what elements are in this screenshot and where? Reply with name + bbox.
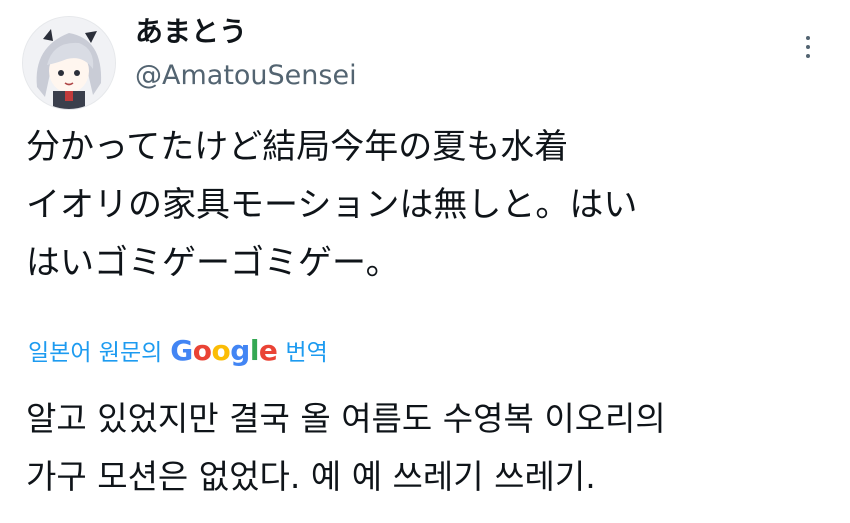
- translated-line: 알고 있었지만 결국 올 여름도 수영복 이오리의: [26, 399, 666, 438]
- translated-line: 가구 모션은 없었다. 예 예 쓰레기 쓰레기.: [26, 457, 596, 496]
- avatar[interactable]: [22, 16, 116, 110]
- google-letter: o: [211, 333, 231, 367]
- more-options-button[interactable]: [798, 32, 818, 62]
- google-letter: g: [230, 333, 250, 367]
- more-vertical-icon-dot: [806, 54, 810, 58]
- tweet-line: はいゴミゲーゴミゲー。: [26, 243, 400, 283]
- author-display-name[interactable]: あまとう: [135, 14, 247, 50]
- tweet-line: イオリの家具モーションは無しと。はい: [26, 185, 638, 225]
- google-letter: o: [192, 333, 212, 367]
- anime-girl-avatar-icon: [23, 17, 115, 109]
- google-logo: Google: [170, 333, 278, 367]
- translated-text: 알고 있었지만 결국 올 여름도 수영복 이오리의 가구 모션은 없었다. 예 …: [26, 390, 836, 506]
- author-handle[interactable]: @AmatouSensei: [135, 58, 357, 94]
- translation-prefix: 일본어 원문의: [28, 340, 163, 366]
- tweet-text: 分かってたけど結局今年の夏も水着 イオリの家具モーションは無しと。はい はいゴミ…: [26, 118, 826, 292]
- google-letter: l: [249, 333, 260, 367]
- google-letter: e: [258, 333, 278, 367]
- more-vertical-icon-dot: [806, 45, 810, 49]
- translation-label[interactable]: 일본어 원문의 Google 번역: [28, 330, 328, 370]
- translation-suffix: 번역: [285, 340, 328, 366]
- google-letter: G: [170, 333, 193, 367]
- tweet-line: 分かってたけど結局今年の夏も水着: [26, 127, 569, 167]
- more-vertical-icon: [806, 36, 810, 40]
